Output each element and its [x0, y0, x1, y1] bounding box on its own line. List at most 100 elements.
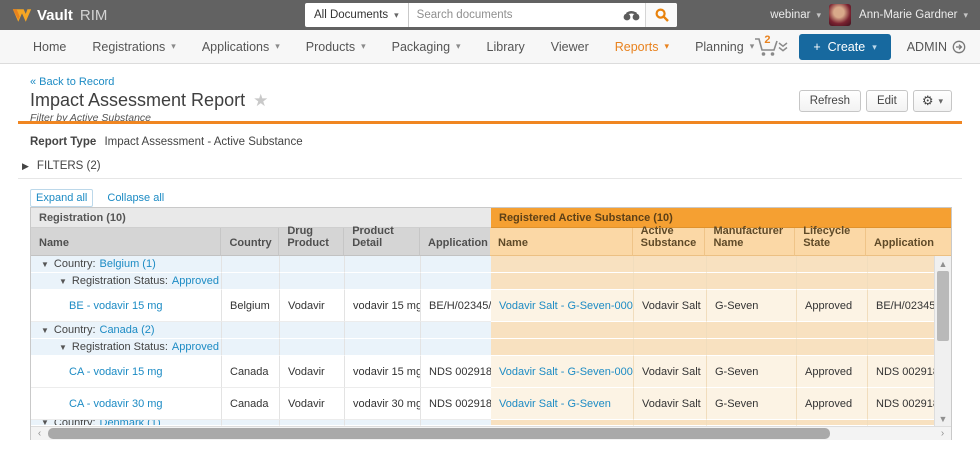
filters-toggle[interactable]: ▶ FILTERS (2) — [22, 160, 101, 172]
table-cell: Vodavir — [279, 356, 344, 388]
column-header[interactable]: Drug Product — [278, 228, 343, 256]
column-header[interactable]: Name — [31, 228, 220, 256]
table-cell: BE/H/02345/DC — [420, 290, 491, 322]
edit-button[interactable]: Edit — [866, 90, 908, 112]
chevron-down-icon: ▾ — [361, 42, 366, 51]
table-cell: G-Seven — [706, 388, 796, 420]
admin-link[interactable]: ADMIN — [907, 40, 966, 54]
column-header[interactable]: Name — [490, 228, 632, 256]
table-cell: Vodavir Salt — [633, 356, 706, 388]
table-column-headers: NameCountryDrug ProductProduct DetailApp… — [31, 228, 951, 256]
settings-menu-button[interactable]: ⚙ ▾ — [913, 90, 952, 112]
record-link[interactable]: BE - vodavir 15 mg — [69, 300, 163, 312]
search-button[interactable] — [645, 3, 677, 27]
collapse-triangle-icon[interactable]: ▼ — [59, 343, 67, 352]
group-value-link[interactable]: Approved (1) — [172, 275, 221, 287]
table-cell — [420, 273, 491, 290]
table-cell — [706, 273, 796, 290]
group-value-link[interactable]: Canada (2) — [100, 324, 155, 336]
table-cell: NDS 002918 — [420, 356, 491, 388]
column-header[interactable]: Application — [865, 228, 934, 256]
nav-item-registrations[interactable]: Registrations▾ — [79, 30, 188, 64]
group-row: ▼Registration Status:Approved (1) — [31, 273, 951, 290]
nav-item-library[interactable]: Library — [474, 30, 538, 64]
column-header[interactable]: Active Substance — [632, 228, 705, 256]
horizontal-scrollbar[interactable]: ‹ › — [31, 426, 951, 440]
column-header[interactable]: Lifecycle State — [794, 228, 865, 256]
star-icon[interactable]: ★ — [253, 91, 268, 111]
cart-button[interactable]: 2 — [753, 34, 783, 60]
report-table: Registration (10) Registered Active Subs… — [30, 207, 952, 440]
column-header[interactable]: Manufacturer Name — [704, 228, 794, 256]
table-cell: BE/H/02345/DC — [867, 290, 936, 322]
refresh-button[interactable]: Refresh — [799, 90, 861, 112]
search-scope-dropdown[interactable]: All Documents ▾ — [305, 3, 409, 27]
cell-value: Vodavir Salt — [642, 398, 701, 410]
table-cell: ▼Country:Belgium (1) — [31, 256, 221, 273]
nav-item-viewer[interactable]: Viewer — [538, 30, 602, 64]
orange-divider — [18, 121, 962, 124]
collapse-all-button[interactable]: Collapse all — [107, 192, 164, 204]
collapse-triangle-icon[interactable]: ▼ — [41, 326, 49, 335]
table-cell: NDS 002918 — [867, 388, 936, 420]
cell-value: NDS 002918 — [876, 398, 936, 410]
table-cell: Vodavir Salt — [633, 290, 706, 322]
scrollbar-gutter — [934, 228, 951, 256]
registration-group-header: Registration (10) — [31, 208, 491, 228]
cell-value: Approved — [805, 366, 852, 378]
table-cell: vodavir 15 mg — [344, 290, 420, 322]
nav-item-reports[interactable]: Reports▾ — [602, 30, 682, 64]
cell-value: NDS 002918 — [876, 366, 936, 378]
cell-value: NDS 002918 — [429, 398, 491, 410]
group-label: Registration Status: — [72, 341, 168, 353]
table-cell — [867, 322, 936, 339]
record-link[interactable]: CA - vodavir 15 mg — [69, 366, 163, 378]
table-cell: Canada — [221, 388, 279, 420]
chevron-down-icon: ▾ — [171, 42, 176, 51]
table-cell — [491, 256, 633, 273]
create-button[interactable]: + Create ▾ — [799, 34, 890, 60]
vertical-scrollbar[interactable]: ▲ ▼ — [934, 256, 951, 426]
table-cell — [420, 339, 491, 356]
horizontal-scroll-thumb[interactable] — [48, 428, 830, 439]
vault-logo[interactable]: Vault RIM — [0, 7, 107, 24]
user-menu[interactable]: Ann-Marie Gardner ▾ — [859, 9, 968, 21]
table-cell: Approved — [796, 356, 867, 388]
table-cell: Belgium — [221, 290, 279, 322]
group-value-link[interactable]: Approved (2) — [172, 341, 221, 353]
vault-selector[interactable]: webinar ▾ — [770, 9, 821, 21]
back-to-record-link[interactable]: « Back to Record — [30, 76, 114, 88]
scroll-left-arrow-icon[interactable]: ‹ — [32, 427, 47, 440]
record-link[interactable]: Vodavir Salt - G-Seven — [499, 398, 611, 410]
record-link[interactable]: Vodavir Salt - G-Seven-000001 — [499, 366, 633, 378]
chevron-down-icon: ▾ — [938, 97, 943, 106]
collapse-triangle-icon[interactable]: ▼ — [59, 277, 67, 286]
column-header[interactable]: Product Detail — [343, 228, 419, 256]
column-header[interactable]: Application — [419, 228, 490, 256]
search-input[interactable] — [409, 3, 617, 27]
record-link[interactable]: Vodavir Salt - G-Seven-000005 — [499, 300, 633, 312]
group-value-link[interactable]: Belgium (1) — [100, 258, 156, 270]
collapse-triangle-icon[interactable]: ▼ — [41, 260, 49, 269]
column-header[interactable]: Country — [220, 228, 278, 256]
vertical-scroll-thumb[interactable] — [937, 271, 949, 341]
report-type-value: Impact Assessment - Active Substance — [104, 136, 302, 148]
nav-item-packaging[interactable]: Packaging▾ — [379, 30, 474, 64]
record-link[interactable]: CA - vodavir 30 mg — [69, 398, 163, 410]
group-row: ▼Country:Belgium (1) — [31, 256, 951, 273]
nav-item-products[interactable]: Products▾ — [293, 30, 379, 64]
cell-value: vodavir 15 mg — [353, 366, 420, 378]
avatar[interactable] — [829, 4, 851, 26]
binoculars-icon[interactable] — [617, 10, 645, 21]
scroll-right-arrow-icon[interactable]: › — [935, 427, 950, 440]
cell-value: Belgium — [230, 300, 270, 312]
page-title-row: Impact Assessment Report ★ — [30, 90, 268, 111]
expand-all-button[interactable]: Expand all — [30, 189, 93, 207]
scroll-up-arrow-icon[interactable]: ▲ — [935, 257, 951, 270]
cell-value: Vodavir Salt — [642, 300, 701, 312]
scroll-down-arrow-icon[interactable]: ▼ — [935, 412, 951, 425]
nav-item-home[interactable]: Home — [20, 30, 79, 64]
table-row: CA - vodavir 30 mgCanadaVodavirvodavir 3… — [31, 388, 951, 420]
cell-value: Approved — [805, 300, 852, 312]
nav-item-applications[interactable]: Applications▾ — [189, 30, 293, 64]
